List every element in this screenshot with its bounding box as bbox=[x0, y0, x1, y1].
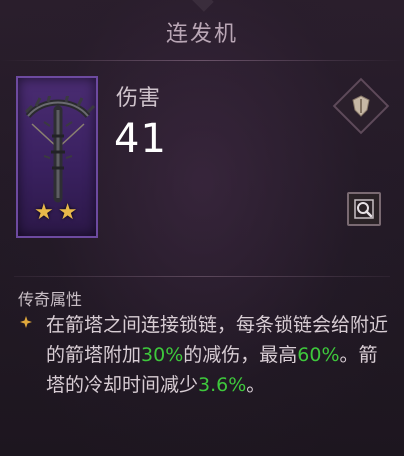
item-tooltip-panel: 连发机 ★ ★ 伤害 41 传奇属性 在箭塔之间连接锁链，每条锁链会给附近的箭塔… bbox=[0, 0, 404, 456]
title-divider bbox=[0, 60, 404, 61]
inspect-button[interactable] bbox=[347, 192, 381, 226]
item-portrait[interactable]: ★ ★ bbox=[16, 76, 98, 238]
shield-slot-icon bbox=[352, 95, 370, 117]
star-icon: ★ bbox=[57, 200, 78, 225]
legendary-text-4: 。 bbox=[246, 374, 266, 396]
diamond-bullet-icon bbox=[20, 316, 32, 328]
item-title: 连发机 bbox=[165, 22, 238, 47]
legendary-value-2: 60% bbox=[297, 344, 340, 366]
shield-slot-button[interactable] bbox=[332, 77, 390, 135]
stat-label: 伤害 bbox=[116, 86, 161, 111]
stat-value: 41 bbox=[114, 116, 167, 162]
legendary-section-label: 传奇属性 bbox=[18, 290, 83, 309]
legendary-text-2: 的减伤，最高 bbox=[183, 344, 298, 366]
crossbow-icon bbox=[24, 96, 96, 203]
legendary-description: 在箭塔之间连接锁链，每条锁链会给附近的箭塔附加30%的减伤，最高60%。箭塔的冷… bbox=[46, 310, 392, 400]
star-icon: ★ bbox=[34, 200, 54, 225]
legendary-value-1: 30% bbox=[141, 344, 184, 366]
rarity-stars: ★ ★ bbox=[34, 202, 77, 224]
legendary-value-3: 3.6% bbox=[198, 374, 247, 396]
panel-notch bbox=[188, 0, 214, 12]
section-divider bbox=[14, 276, 390, 277]
inspect-icon bbox=[354, 199, 374, 219]
